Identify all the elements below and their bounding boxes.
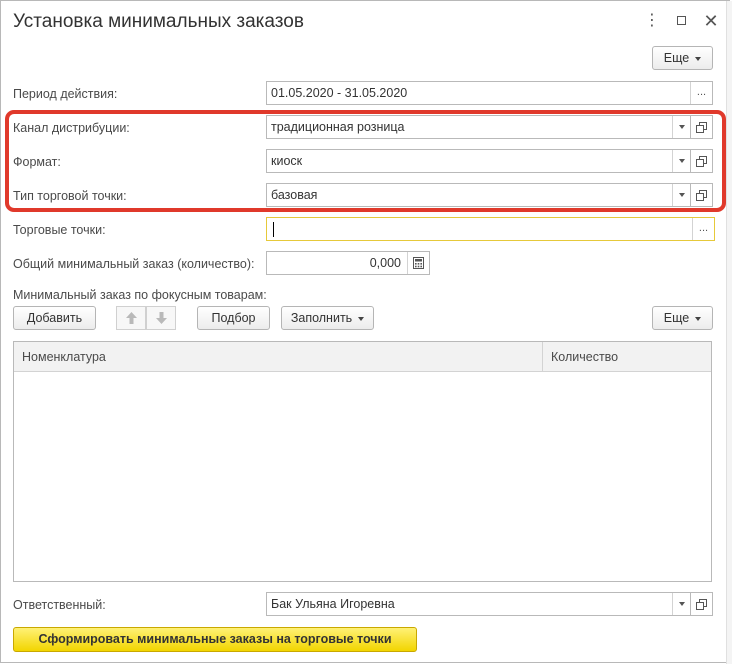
- column-header-quantity[interactable]: Количество: [543, 342, 711, 372]
- column-header-nomenclature[interactable]: Номенклатура: [14, 342, 543, 372]
- text-caret: [273, 222, 274, 237]
- period-field[interactable]: 01.05.2020 - 31.05.2020 ...: [266, 81, 713, 105]
- responsible-label: Ответственный:: [13, 598, 106, 612]
- outlets-input[interactable]: ...: [266, 217, 715, 241]
- close-icon[interactable]: ✕: [702, 11, 720, 31]
- add-button[interactable]: Добавить: [13, 306, 96, 330]
- fill-button[interactable]: Заполнить: [281, 306, 374, 330]
- highlight-frame: [5, 110, 726, 212]
- responsible-value: Бак Ульяна Игоревна: [271, 597, 395, 611]
- chevron-down-icon: [695, 316, 702, 321]
- more-button-top[interactable]: Еще: [652, 46, 713, 70]
- fill-button-label: Заполнить: [290, 311, 353, 325]
- generate-orders-button[interactable]: Сформировать минимальные заказы на торго…: [13, 627, 417, 652]
- table-header: Номенклатура Количество: [14, 342, 711, 372]
- focus-products-label: Минимальный заказ по фокусным товарам:: [13, 288, 267, 302]
- outlets-label: Торговые точки:: [13, 223, 106, 237]
- move-up-button[interactable]: [116, 306, 146, 330]
- period-value: 01.05.2020 - 31.05.2020: [271, 86, 408, 100]
- more-button-table[interactable]: Еще: [652, 306, 713, 330]
- dialog-window: Установка минимальных заказов ⋮ ✕ Еще Пе…: [0, 0, 732, 664]
- window-title: Установка минимальных заказов: [13, 11, 304, 32]
- chevron-down-icon: [358, 316, 365, 321]
- more-button-label: Еще: [663, 51, 690, 65]
- open-window-icon: [696, 599, 707, 610]
- chevron-down-icon[interactable]: [672, 593, 690, 615]
- open-responsible-button[interactable]: [691, 592, 713, 616]
- maximize-icon[interactable]: [672, 11, 690, 31]
- more-button-label: Еще: [663, 311, 690, 325]
- select-outlets-button[interactable]: ...: [692, 218, 714, 240]
- focus-products-table[interactable]: Номенклатура Количество: [13, 341, 712, 582]
- window-right-edge: [726, 1, 732, 664]
- period-label: Период действия:: [13, 87, 118, 101]
- responsible-select[interactable]: Бак Ульяна Игоревна: [266, 592, 691, 616]
- total-min-label: Общий минимальный заказ (количество):: [13, 257, 255, 271]
- calculator-icon[interactable]: [407, 252, 429, 274]
- arrow-up-icon: [126, 312, 137, 324]
- arrow-down-icon: [156, 312, 167, 324]
- pick-button[interactable]: Подбор: [197, 306, 270, 330]
- move-down-button[interactable]: [146, 306, 176, 330]
- select-period-button[interactable]: ...: [690, 82, 712, 104]
- total-min-input[interactable]: 0,000: [266, 251, 430, 275]
- chevron-down-icon: [695, 56, 702, 61]
- total-min-value: 0,000: [369, 256, 401, 270]
- window-menu-icon[interactable]: ⋮: [643, 11, 661, 31]
